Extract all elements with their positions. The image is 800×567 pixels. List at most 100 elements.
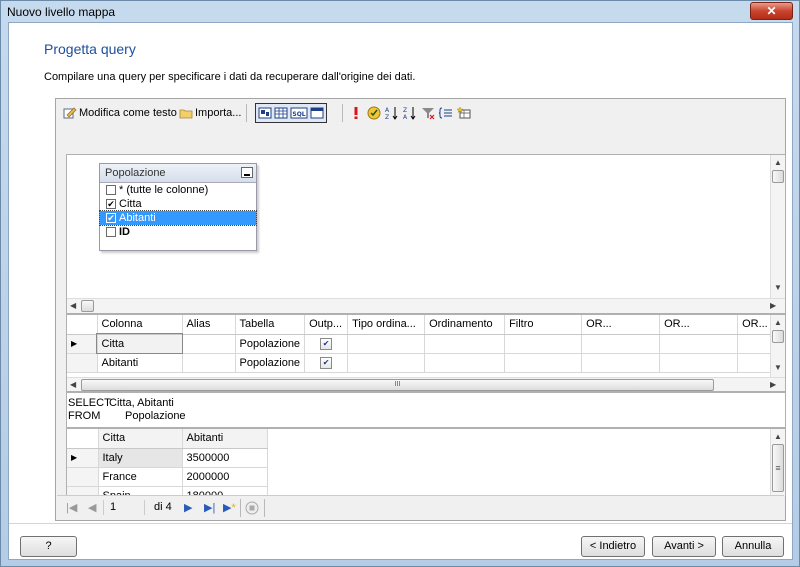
criteria-cell-alias[interactable] bbox=[182, 334, 236, 354]
row-selector[interactable] bbox=[67, 353, 98, 373]
criteria-column-header[interactable]: Alias bbox=[182, 315, 236, 335]
criteria-column-header[interactable]: Tipo ordina... bbox=[347, 315, 426, 335]
criteria-cell-tabella[interactable]: Popolazione bbox=[235, 334, 306, 354]
current-record-input[interactable]: 1 bbox=[103, 500, 145, 515]
results-vertical-scrollbar[interactable]: ▲ ≡ bbox=[770, 429, 785, 496]
output-checkbox[interactable]: ✔ bbox=[304, 334, 349, 354]
table-column-item[interactable]: * (tutte le colonne) bbox=[100, 183, 256, 197]
scroll-right-icon[interactable]: ▶ bbox=[770, 301, 776, 311]
previous-record-icon[interactable]: ◀ bbox=[88, 501, 96, 514]
import-button[interactable]: Importa... bbox=[179, 105, 241, 121]
row-selector[interactable] bbox=[67, 467, 99, 487]
scroll-left-icon[interactable]: ◀ bbox=[70, 301, 76, 311]
add-table-icon[interactable] bbox=[457, 106, 471, 120]
table-column-item[interactable]: ✔ Citta bbox=[100, 197, 256, 211]
diagram-horizontal-scrollbar[interactable]: ◀ ▶ bbox=[67, 298, 785, 313]
criteria-cell[interactable] bbox=[424, 353, 506, 373]
criteria-column-header[interactable]: Ordinamento bbox=[424, 315, 506, 335]
results-column-header[interactable]: Citta bbox=[98, 429, 183, 449]
sort-ascending-icon[interactable]: AZ bbox=[385, 106, 399, 120]
results-cell-abitanti[interactable]: 3500000 bbox=[182, 448, 268, 468]
scroll-up-icon[interactable]: ▲ bbox=[774, 432, 782, 442]
scroll-thumb[interactable]: III bbox=[81, 379, 714, 391]
next-record-icon[interactable]: ▶ bbox=[184, 501, 192, 514]
criteria-cell[interactable] bbox=[347, 353, 426, 373]
table-box-popolazione[interactable]: Popolazione * (tutte le colonne) ✔ Citta ✔ A… bbox=[99, 163, 257, 251]
criteria-cell-alias[interactable] bbox=[182, 353, 236, 373]
column-checkbox[interactable]: ✔ bbox=[106, 199, 116, 209]
results-cell-citta[interactable]: Italy bbox=[98, 448, 183, 468]
scroll-thumb[interactable]: ≡ bbox=[772, 444, 784, 492]
results-cell-citta[interactable]: France bbox=[98, 467, 183, 487]
cancel-button[interactable]: Annulla bbox=[722, 536, 784, 557]
criteria-horizontal-scrollbar[interactable]: ◀ III ▶ bbox=[67, 377, 785, 391]
next-button[interactable]: Avanti > bbox=[652, 536, 716, 557]
last-record-icon[interactable]: ▶| bbox=[204, 501, 215, 514]
scroll-thumb[interactable] bbox=[81, 300, 94, 312]
sql-pane-icon[interactable]: SQL bbox=[290, 106, 308, 120]
row-selector[interactable]: ▶ bbox=[67, 334, 98, 354]
results-row[interactable]: ▶ Italy 3500000 bbox=[67, 448, 268, 468]
output-checkbox[interactable]: ✔ bbox=[304, 353, 349, 373]
diagram-pane: Popolazione * (tutte le colonne) ✔ Citta ✔ A… bbox=[66, 154, 786, 314]
criteria-cell-colonna[interactable]: Citta bbox=[96, 333, 183, 354]
criteria-pane: Colonna Alias Tabella Outp... Tipo ordina...… bbox=[66, 314, 786, 392]
scroll-thumb[interactable] bbox=[772, 330, 784, 343]
column-checkbox[interactable] bbox=[106, 185, 116, 195]
criteria-cell[interactable] bbox=[659, 334, 739, 354]
criteria-cell[interactable] bbox=[347, 334, 426, 354]
criteria-row[interactable]: Abitanti Popolazione ✔ bbox=[67, 353, 781, 373]
criteria-cell-tabella[interactable]: Popolazione bbox=[235, 353, 306, 373]
close-button[interactable]: ✕ bbox=[750, 2, 793, 20]
execute-icon[interactable] bbox=[349, 106, 363, 120]
diagram-vertical-scrollbar[interactable]: ▲ ▼ bbox=[770, 155, 785, 298]
sort-descending-icon[interactable]: ZA bbox=[403, 106, 417, 120]
results-column-header[interactable]: Abitanti bbox=[182, 429, 268, 449]
criteria-column-header[interactable]: Tabella bbox=[235, 315, 306, 335]
minimize-icon[interactable] bbox=[241, 167, 253, 178]
criteria-column-header[interactable]: Filtro bbox=[504, 315, 583, 335]
group-by-icon[interactable] bbox=[439, 106, 453, 120]
verify-sql-icon[interactable] bbox=[367, 106, 381, 120]
back-button[interactable]: < Indietro bbox=[581, 536, 645, 557]
diagram-pane-icon[interactable] bbox=[258, 106, 272, 120]
criteria-vertical-scrollbar[interactable]: ▲ ▼ bbox=[770, 315, 785, 377]
edit-as-text-button[interactable]: Modifica come testo bbox=[63, 105, 177, 121]
criteria-cell[interactable] bbox=[581, 334, 661, 354]
criteria-cell[interactable] bbox=[581, 353, 661, 373]
criteria-cell[interactable] bbox=[504, 334, 583, 354]
results-row[interactable]: France 2000000 bbox=[67, 467, 268, 487]
criteria-column-header[interactable]: Outp... bbox=[304, 315, 349, 335]
stop-icon[interactable] bbox=[245, 501, 259, 515]
scroll-down-icon[interactable]: ▼ bbox=[774, 283, 782, 293]
scroll-left-icon[interactable]: ◀ bbox=[70, 380, 76, 390]
scroll-up-icon[interactable]: ▲ bbox=[774, 318, 782, 328]
column-checkbox[interactable] bbox=[106, 227, 116, 237]
results-cell-abitanti[interactable]: 2000000 bbox=[182, 467, 268, 487]
sql-pane[interactable]: SELECT Citta, Abitanti FROM Popolazione bbox=[66, 392, 786, 428]
output-check-icon[interactable]: ✔ bbox=[320, 357, 333, 369]
results-pane-icon[interactable] bbox=[310, 106, 324, 120]
scroll-thumb[interactable] bbox=[772, 170, 784, 183]
table-column-item[interactable]: ID bbox=[100, 225, 256, 239]
column-checkbox[interactable]: ✔ bbox=[106, 213, 116, 223]
criteria-column-header[interactable]: OR... bbox=[659, 315, 739, 335]
help-button[interactable]: ? bbox=[20, 536, 77, 557]
criteria-column-header[interactable]: Colonna bbox=[97, 315, 183, 335]
criteria-cell[interactable] bbox=[424, 334, 506, 354]
row-selector[interactable]: ▶ bbox=[67, 448, 99, 468]
new-record-icon[interactable]: ▶* bbox=[223, 501, 236, 514]
output-check-icon[interactable]: ✔ bbox=[320, 338, 333, 350]
table-column-item[interactable]: ✔ Abitanti bbox=[99, 210, 257, 226]
criteria-column-header[interactable]: OR... bbox=[581, 315, 661, 335]
grid-pane-icon[interactable] bbox=[274, 106, 288, 120]
scroll-right-icon[interactable]: ▶ bbox=[770, 380, 776, 390]
scroll-up-icon[interactable]: ▲ bbox=[774, 158, 782, 168]
criteria-cell[interactable] bbox=[504, 353, 583, 373]
criteria-cell[interactable] bbox=[659, 353, 739, 373]
remove-filter-icon[interactable] bbox=[421, 106, 435, 120]
criteria-cell-colonna[interactable]: Abitanti bbox=[97, 353, 183, 373]
criteria-row[interactable]: ▶ Citta Popolazione ✔ bbox=[67, 333, 781, 354]
first-record-icon[interactable]: |◀ bbox=[66, 501, 77, 514]
scroll-down-icon[interactable]: ▼ bbox=[774, 363, 782, 373]
